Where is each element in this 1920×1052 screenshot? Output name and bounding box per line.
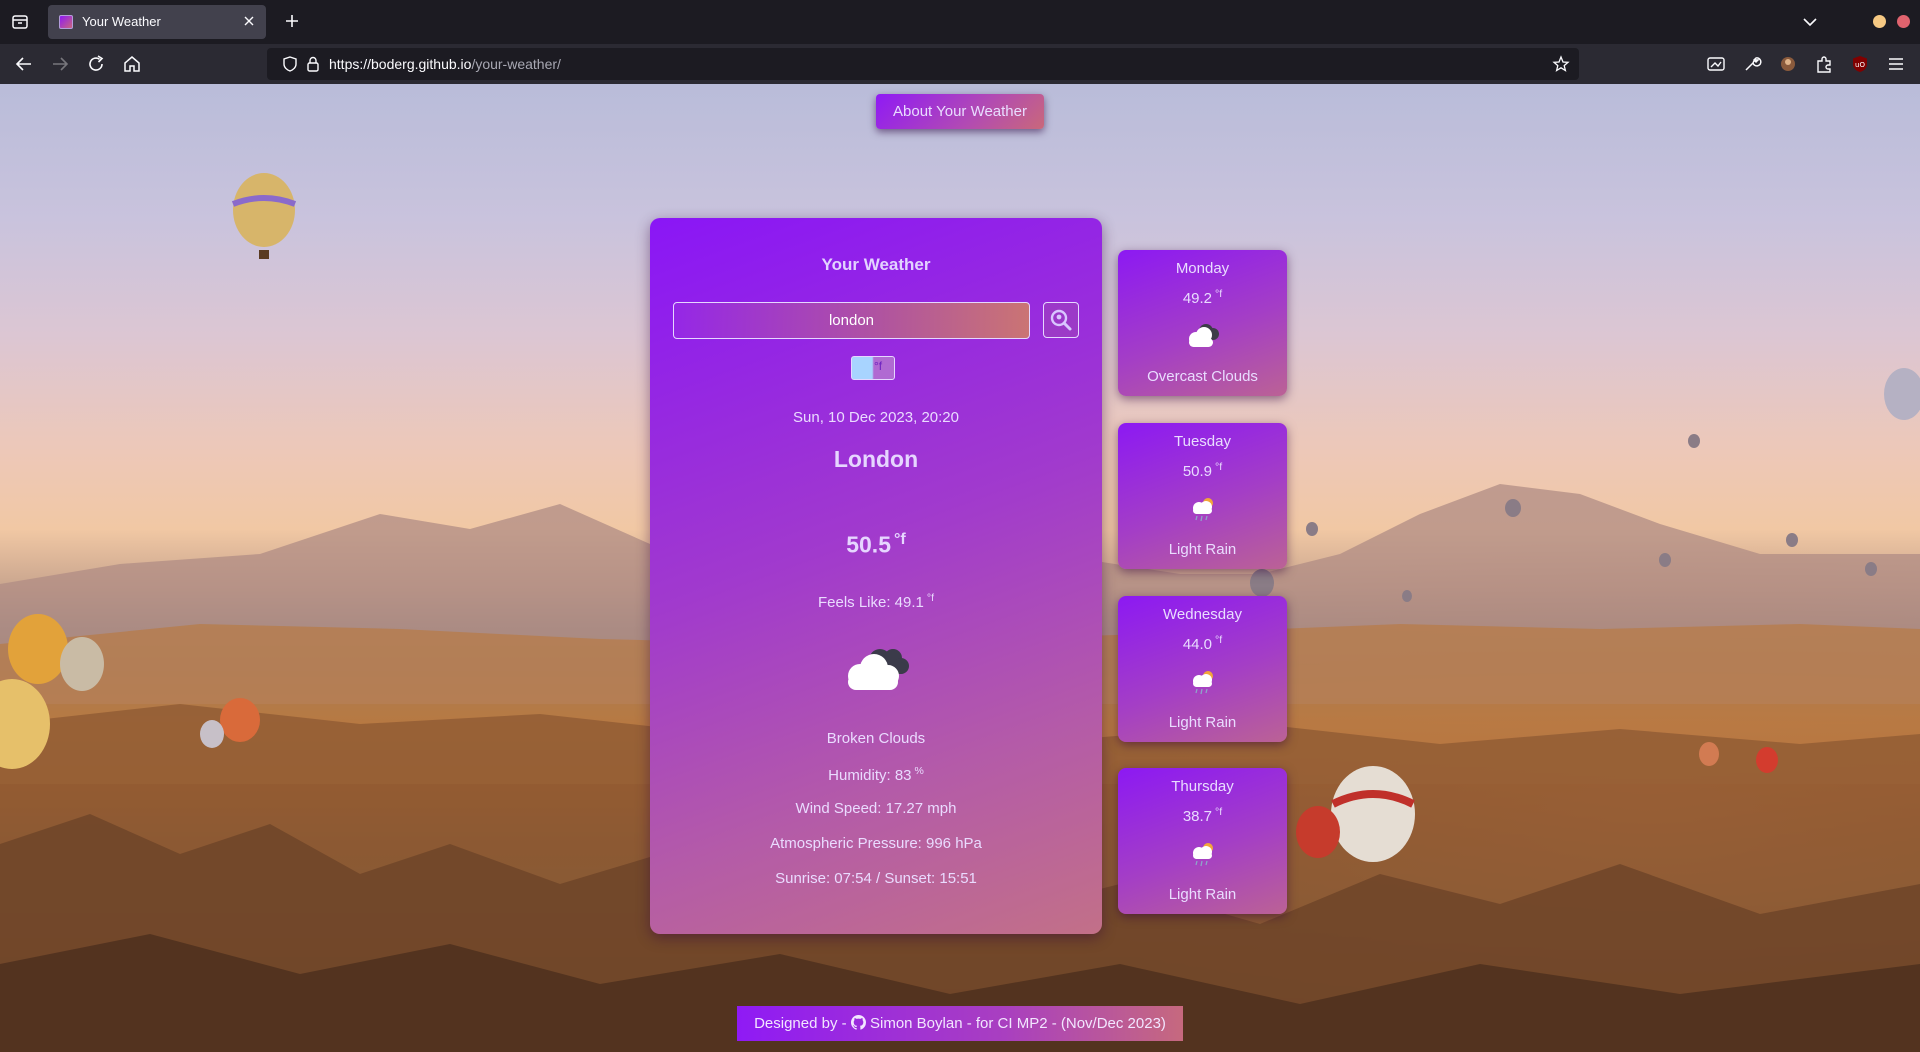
light-rain-icon (1193, 498, 1213, 522)
current-temperature: 50.5 °f (650, 530, 1102, 559)
forecast-temp-value: 49.2 (1182, 290, 1213, 307)
navigation-toolbar: https://boderg.github.io/your-weather/ u… (0, 44, 1920, 84)
svg-text:uO: uO (1855, 61, 1865, 69)
github-icon[interactable] (850, 1015, 866, 1030)
bookmark-star-icon[interactable] (1552, 55, 1570, 73)
feels-like-value: Feels Like: 49.1 (817, 594, 924, 611)
browser-window: Your Weather https://boderg.github.io/yo… (0, 0, 1920, 1052)
humidity: Humidity: 83% (650, 765, 1102, 784)
forecast-card-wednesday: Wednesday 44.0 °f Light Rain (1118, 596, 1287, 742)
humidity-value: Humidity: 83 (828, 767, 912, 784)
forecast-card-tuesday: Tuesday 50.9 °f Light Rain (1118, 423, 1287, 569)
screenshot-tool-icon[interactable] (1705, 53, 1727, 75)
tab-your-weather[interactable]: Your Weather (48, 5, 266, 39)
forecast-day: Thursday (1171, 778, 1234, 795)
sunrise-sunset: Sunrise: 07:54 / Sunset: 15:51 (775, 870, 977, 887)
card-title: Your Weather (821, 255, 931, 274)
forecast-description: Light Rain (1168, 541, 1237, 558)
extension-avatar-icon[interactable] (1777, 53, 1799, 75)
forecast-temp-value: 44.0 (1182, 636, 1213, 653)
ublock-origin-icon[interactable]: uO (1849, 53, 1871, 75)
feels-like-unit: °f (926, 592, 935, 604)
url-bar[interactable]: https://boderg.github.io/your-weather/ (267, 48, 1579, 80)
minimize-window-button[interactable] (1873, 15, 1886, 28)
close-window-button[interactable] (1897, 15, 1910, 28)
forecast-description: Overcast Clouds (1147, 368, 1258, 385)
city-name: London (833, 446, 919, 472)
hamburger-menu-icon[interactable] (1885, 53, 1907, 75)
city-search-input[interactable] (673, 302, 1030, 339)
footer-credit: Designed by - Simon Boylan - for CI MP2 … (737, 1006, 1183, 1041)
temperature-unit: °f (893, 530, 906, 548)
url-host: https://boderg.github.io (329, 56, 472, 72)
forecast-temp: 44.0 °f (1118, 634, 1287, 653)
weather-favicon-icon (59, 15, 73, 29)
lock-icon[interactable] (304, 55, 322, 73)
forecast-card-thursday: Thursday 38.7 °f Light Rain (1118, 768, 1287, 914)
tab-list-icon[interactable] (10, 12, 30, 32)
forecast-temp-unit: °f (1215, 288, 1223, 300)
footer-author-link[interactable]: Simon Boylan - for CI MP2 - (Nov/Dec 202… (870, 1015, 1166, 1032)
forecast-day: Tuesday (1174, 433, 1231, 450)
back-arrow-icon[interactable] (13, 53, 35, 75)
hot-air-balloon-icon (231, 173, 297, 259)
forecast-temp-unit: °f (1215, 806, 1223, 818)
tracking-shield-icon[interactable] (281, 55, 299, 73)
search-button[interactable] (1043, 302, 1079, 338)
forecast-temp: 50.9 °f (1118, 461, 1287, 480)
url-text: https://boderg.github.io/your-weather/ (329, 56, 561, 72)
tab-title: Your Weather (82, 14, 161, 29)
forecast-temp-unit: °f (1215, 461, 1223, 473)
home-icon[interactable] (121, 53, 143, 75)
reload-icon[interactable] (85, 53, 107, 75)
feels-like: Feels Like: 49.1 °f (650, 592, 1102, 611)
footer-prefix: Designed by - (754, 1015, 847, 1032)
about-your-weather-button[interactable]: About Your Weather (876, 94, 1044, 129)
chevron-down-icon[interactable] (1800, 12, 1820, 32)
tab-strip: Your Weather (0, 0, 1920, 44)
humidity-unit: % (914, 765, 924, 777)
search-icon (1050, 309, 1072, 331)
extensions-puzzle-icon[interactable] (1813, 53, 1835, 75)
forecast-day: Monday (1175, 260, 1230, 277)
forecast-temp-value: 38.7 (1182, 808, 1213, 825)
forward-arrow-icon[interactable] (49, 53, 71, 75)
forecast-day: Wednesday (1163, 606, 1242, 623)
light-rain-icon (1193, 671, 1213, 695)
overcast-clouds-icon (1189, 324, 1219, 347)
forecast-card-monday: Monday 49.2 °f Overcast Clouds (1118, 250, 1287, 396)
weather-description: Broken Clouds (826, 730, 926, 747)
forecast-temp-value: 50.9 (1182, 463, 1213, 480)
atmospheric-pressure: Atmospheric Pressure: 996 hPa (770, 835, 982, 852)
forecast-description: Light Rain (1168, 714, 1237, 731)
wind-speed: Wind Speed: 17.27 mph (795, 800, 957, 817)
temperature-value: 50.5 (846, 531, 891, 558)
forecast-temp-unit: °f (1215, 634, 1223, 646)
new-tab-button[interactable] (280, 9, 304, 33)
light-rain-icon (1193, 843, 1213, 867)
current-weather-card: Your Weather °f Sun, 10 Dec 2023, 20:20 … (650, 218, 1102, 934)
close-tab-icon[interactable] (240, 12, 258, 30)
forecast-temp: 38.7 °f (1118, 806, 1287, 825)
url-path: /your-weather/ (471, 56, 561, 72)
forecast-temp: 49.2 °f (1118, 288, 1287, 307)
broken-clouds-icon (848, 649, 909, 690)
weather-page: About Your Weather Your Weather °f Sun, … (0, 84, 1920, 1052)
unit-toggle[interactable]: °f (851, 356, 895, 380)
wrench-icon[interactable] (1741, 53, 1763, 75)
current-datetime: Sun, 10 Dec 2023, 20:20 (793, 409, 959, 426)
unit-toggle-label: °f (874, 359, 883, 373)
forecast-description: Light Rain (1168, 886, 1237, 903)
